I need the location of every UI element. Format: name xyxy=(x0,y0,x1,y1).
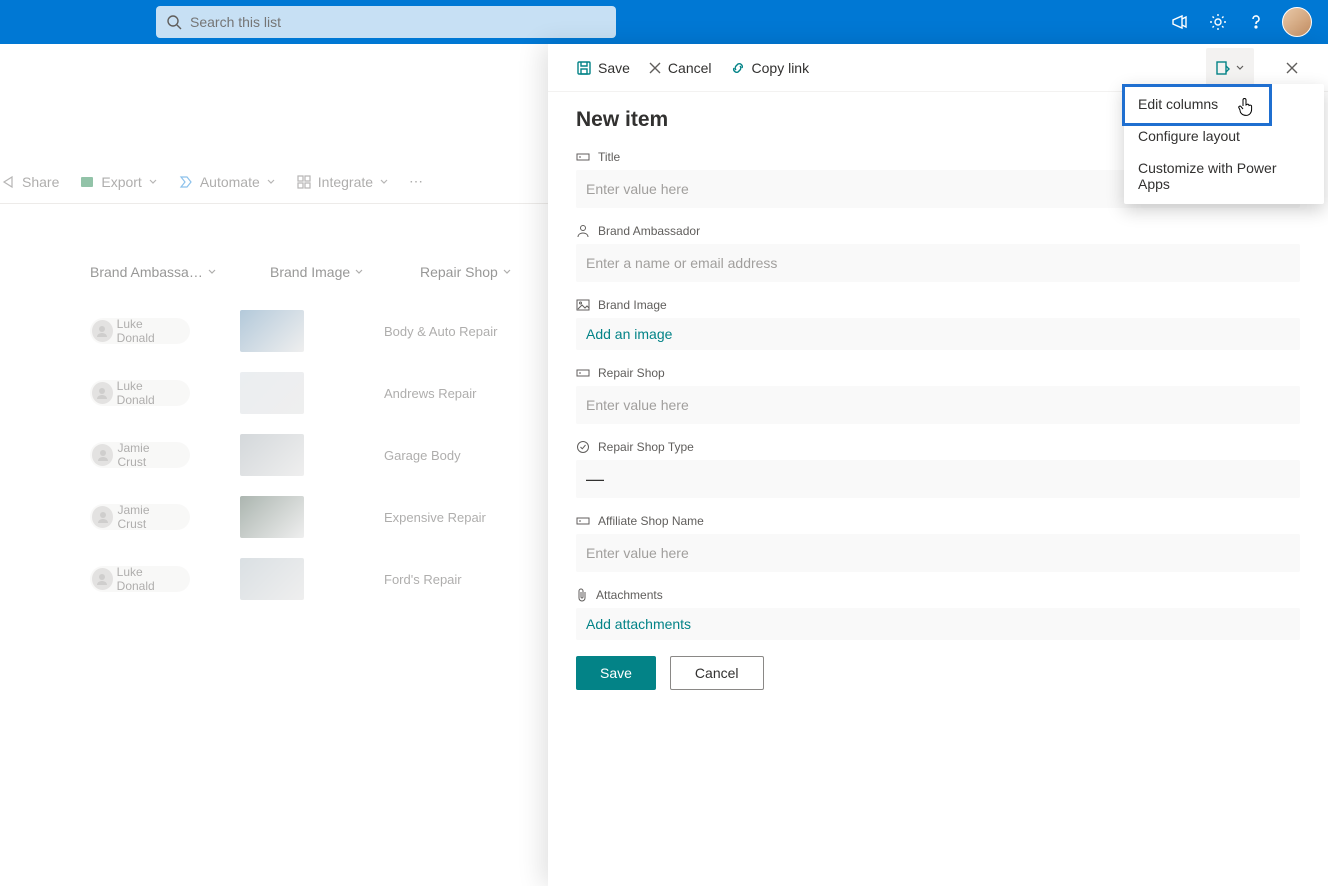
search-icon xyxy=(166,14,182,30)
pane-toolbar: Save Cancel Copy link Edit columns Confi… xyxy=(548,44,1328,92)
search-box[interactable] xyxy=(156,6,616,38)
avatar-icon xyxy=(92,382,113,404)
repair-shop-value: Ford's Repair xyxy=(384,572,462,587)
col-repair-shop[interactable]: Repair Shop xyxy=(420,264,512,280)
repair-type-field-label: Repair Shop Type xyxy=(576,440,1300,454)
ambassador-name: Luke Donald xyxy=(117,565,180,593)
attachments-field-label: Attachments xyxy=(576,588,1300,602)
pane-save-button[interactable]: Save xyxy=(576,60,630,76)
brand-image-thumb xyxy=(240,496,304,538)
chevron-down-icon xyxy=(207,267,217,277)
add-attachments-link[interactable]: Add attachments xyxy=(576,608,1300,640)
ambassador-pill: Luke Donald xyxy=(90,318,190,344)
export-command[interactable]: Export xyxy=(79,174,157,190)
export-label: Export xyxy=(101,174,141,190)
cancel-button[interactable]: Cancel xyxy=(670,656,764,690)
chevron-down-icon xyxy=(148,177,158,187)
ambassador-name: Luke Donald xyxy=(117,317,180,345)
brand-image-thumb xyxy=(240,372,304,414)
text-field-icon xyxy=(576,515,590,527)
integrate-command[interactable]: Integrate xyxy=(296,174,389,190)
image-icon xyxy=(576,299,590,311)
chevron-down-icon xyxy=(1235,63,1245,73)
menu-configure-layout[interactable]: Configure layout xyxy=(1124,120,1324,152)
chevron-down-icon xyxy=(379,177,389,187)
brand-image-thumb xyxy=(240,434,304,476)
text-field-icon xyxy=(576,151,590,163)
pane-close-button[interactable] xyxy=(1272,48,1312,88)
automate-label: Automate xyxy=(200,174,260,190)
gear-icon[interactable] xyxy=(1208,12,1228,32)
repair-shop-value: Andrews Repair xyxy=(384,386,477,401)
close-icon xyxy=(1285,61,1299,75)
avatar-icon xyxy=(92,444,113,466)
menu-edit-columns[interactable]: Edit columns xyxy=(1124,88,1324,120)
integrate-label: Integrate xyxy=(318,174,373,190)
ambassador-input[interactable]: Enter a name or email address xyxy=(576,244,1300,282)
chevron-down-icon xyxy=(266,177,276,187)
repair-shop-value: Body & Auto Repair xyxy=(384,324,497,339)
link-icon xyxy=(730,60,746,76)
choice-icon xyxy=(576,440,590,454)
menu-customize-power-apps[interactable]: Customize with Power Apps xyxy=(1124,152,1324,200)
avatar-icon xyxy=(92,568,113,590)
person-icon xyxy=(576,224,590,238)
user-avatar[interactable] xyxy=(1282,7,1312,37)
ambassador-field-label: Brand Ambassador xyxy=(576,224,1300,238)
avatar-icon xyxy=(92,320,113,342)
add-image-link[interactable]: Add an image xyxy=(576,318,1300,350)
attachment-icon xyxy=(576,588,588,602)
ambassador-pill: Jamie Crust xyxy=(90,504,190,530)
ambassador-pill: Luke Donald xyxy=(90,566,190,592)
repair-shop-input[interactable]: Enter value here xyxy=(576,386,1300,424)
ambassador-name: Jamie Crust xyxy=(117,441,180,469)
repair-shop-value: Garage Body xyxy=(384,448,461,463)
customize-form-button[interactable] xyxy=(1206,48,1254,88)
repair-type-select[interactable]: — xyxy=(576,460,1300,498)
brand-image-thumb xyxy=(240,310,304,352)
chevron-down-icon xyxy=(354,267,364,277)
save-icon xyxy=(576,60,592,76)
form-icon xyxy=(1215,60,1231,76)
col-brand-image[interactable]: Brand Image xyxy=(270,264,380,280)
close-icon xyxy=(648,61,662,75)
repair-shop-field-label: Repair Shop xyxy=(576,366,1300,380)
chevron-down-icon xyxy=(502,267,512,277)
pane-copy-link-button[interactable]: Copy link xyxy=(730,60,810,76)
brand-image-thumb xyxy=(240,558,304,600)
help-icon[interactable] xyxy=(1246,12,1266,32)
search-input[interactable] xyxy=(190,14,606,30)
ambassador-name: Luke Donald xyxy=(117,379,180,407)
text-field-icon xyxy=(576,367,590,379)
avatar-icon xyxy=(92,506,113,528)
new-item-pane: Save Cancel Copy link Edit columns Confi… xyxy=(548,44,1328,886)
save-button[interactable]: Save xyxy=(576,656,656,690)
more-command[interactable]: ⋯ xyxy=(409,173,423,190)
pane-cancel-button[interactable]: Cancel xyxy=(648,60,712,76)
ambassador-pill: Luke Donald xyxy=(90,380,190,406)
share-label: Share xyxy=(22,174,59,190)
repair-shop-value: Expensive Repair xyxy=(384,510,486,525)
ambassador-pill: Jamie Crust xyxy=(90,442,190,468)
brand-image-field-label: Brand Image xyxy=(576,298,1300,312)
affiliate-field-label: Affiliate Shop Name xyxy=(576,514,1300,528)
megaphone-icon[interactable] xyxy=(1170,12,1190,32)
col-brand-ambassador[interactable]: Brand Ambassa… xyxy=(90,264,230,280)
ambassador-name: Jamie Crust xyxy=(117,503,180,531)
automate-command[interactable]: Automate xyxy=(178,174,276,190)
app-header xyxy=(0,0,1328,44)
share-command[interactable]: Share xyxy=(0,174,59,190)
customize-menu: Edit columns Configure layout Customize … xyxy=(1124,84,1324,204)
affiliate-input[interactable]: Enter value here xyxy=(576,534,1300,572)
